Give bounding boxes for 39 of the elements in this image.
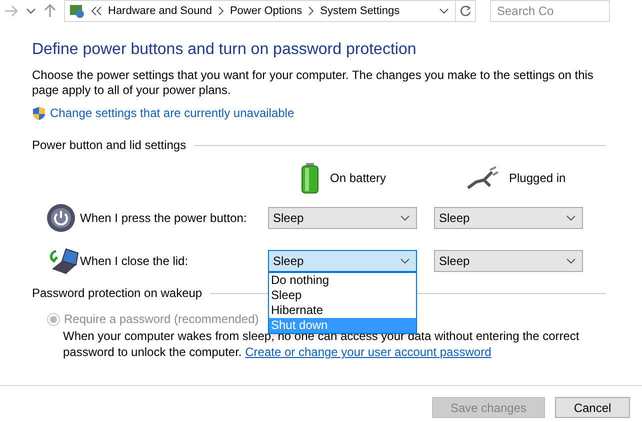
search-field[interactable]: Search Co: [490, 0, 610, 22]
chevron-down-icon: [566, 258, 576, 264]
up-arrow-icon[interactable]: [44, 4, 56, 18]
page-title: Define power buttons and turn on password protection: [32, 40, 418, 60]
breadcrumb[interactable]: Power Options: [230, 2, 302, 20]
chevron-right-icon: [308, 6, 314, 16]
setting-label: When I press the power button:: [80, 210, 248, 226]
link[interactable]: Change settings that are currently unavailable: [50, 104, 294, 122]
dropdown[interactable]: Sleep: [434, 206, 583, 228]
section-heading: Power button and lid settings: [32, 137, 186, 154]
chevron-right-icon: [218, 6, 224, 16]
battery-icon: [300, 162, 320, 194]
address-bar[interactable]: Hardware and Sound Power Options System Settings: [64, 0, 476, 22]
dropdown-option[interactable]: Hibernate: [269, 302, 416, 318]
dropdown[interactable]: Sleep: [434, 250, 583, 272]
description-text: Choose the power settings that you want for your computer. The changes you make to the settings on this page apply to all of your power plans.: [32, 68, 594, 98]
chevron-down-icon[interactable]: [26, 8, 36, 14]
refresh-icon[interactable]: [460, 5, 472, 17]
dropdown[interactable]: Sleep: [268, 206, 417, 228]
button: Save changes: [432, 397, 545, 418]
dropdown-option[interactable]: Sleep: [269, 288, 416, 302]
chevron-down-icon: [400, 258, 410, 264]
setting-label: When I close the lid:: [80, 252, 190, 270]
column-heading: Plugged in: [509, 170, 566, 187]
dropdown[interactable]: Sleep: [268, 250, 417, 272]
double-chevron-icon[interactable]: [91, 6, 102, 16]
power-button-icon: [46, 202, 76, 232]
chevron-down-icon: [400, 214, 410, 220]
section-heading: Password protection on wakeup: [32, 285, 202, 302]
button[interactable]: Cancel: [555, 397, 630, 418]
column-heading: On battery: [330, 170, 386, 187]
radio-label: Require a password (recommended): [64, 311, 259, 328]
chevron-down-icon[interactable]: [439, 8, 449, 14]
breadcrumb[interactable]: Hardware and Sound: [108, 2, 212, 20]
dropdown-option[interactable]: Do nothing: [269, 272, 416, 288]
breadcrumb[interactable]: System Settings: [320, 2, 400, 20]
shield-icon: [32, 106, 46, 120]
chevron-down-icon: [566, 214, 576, 220]
plug-icon: [466, 166, 499, 190]
